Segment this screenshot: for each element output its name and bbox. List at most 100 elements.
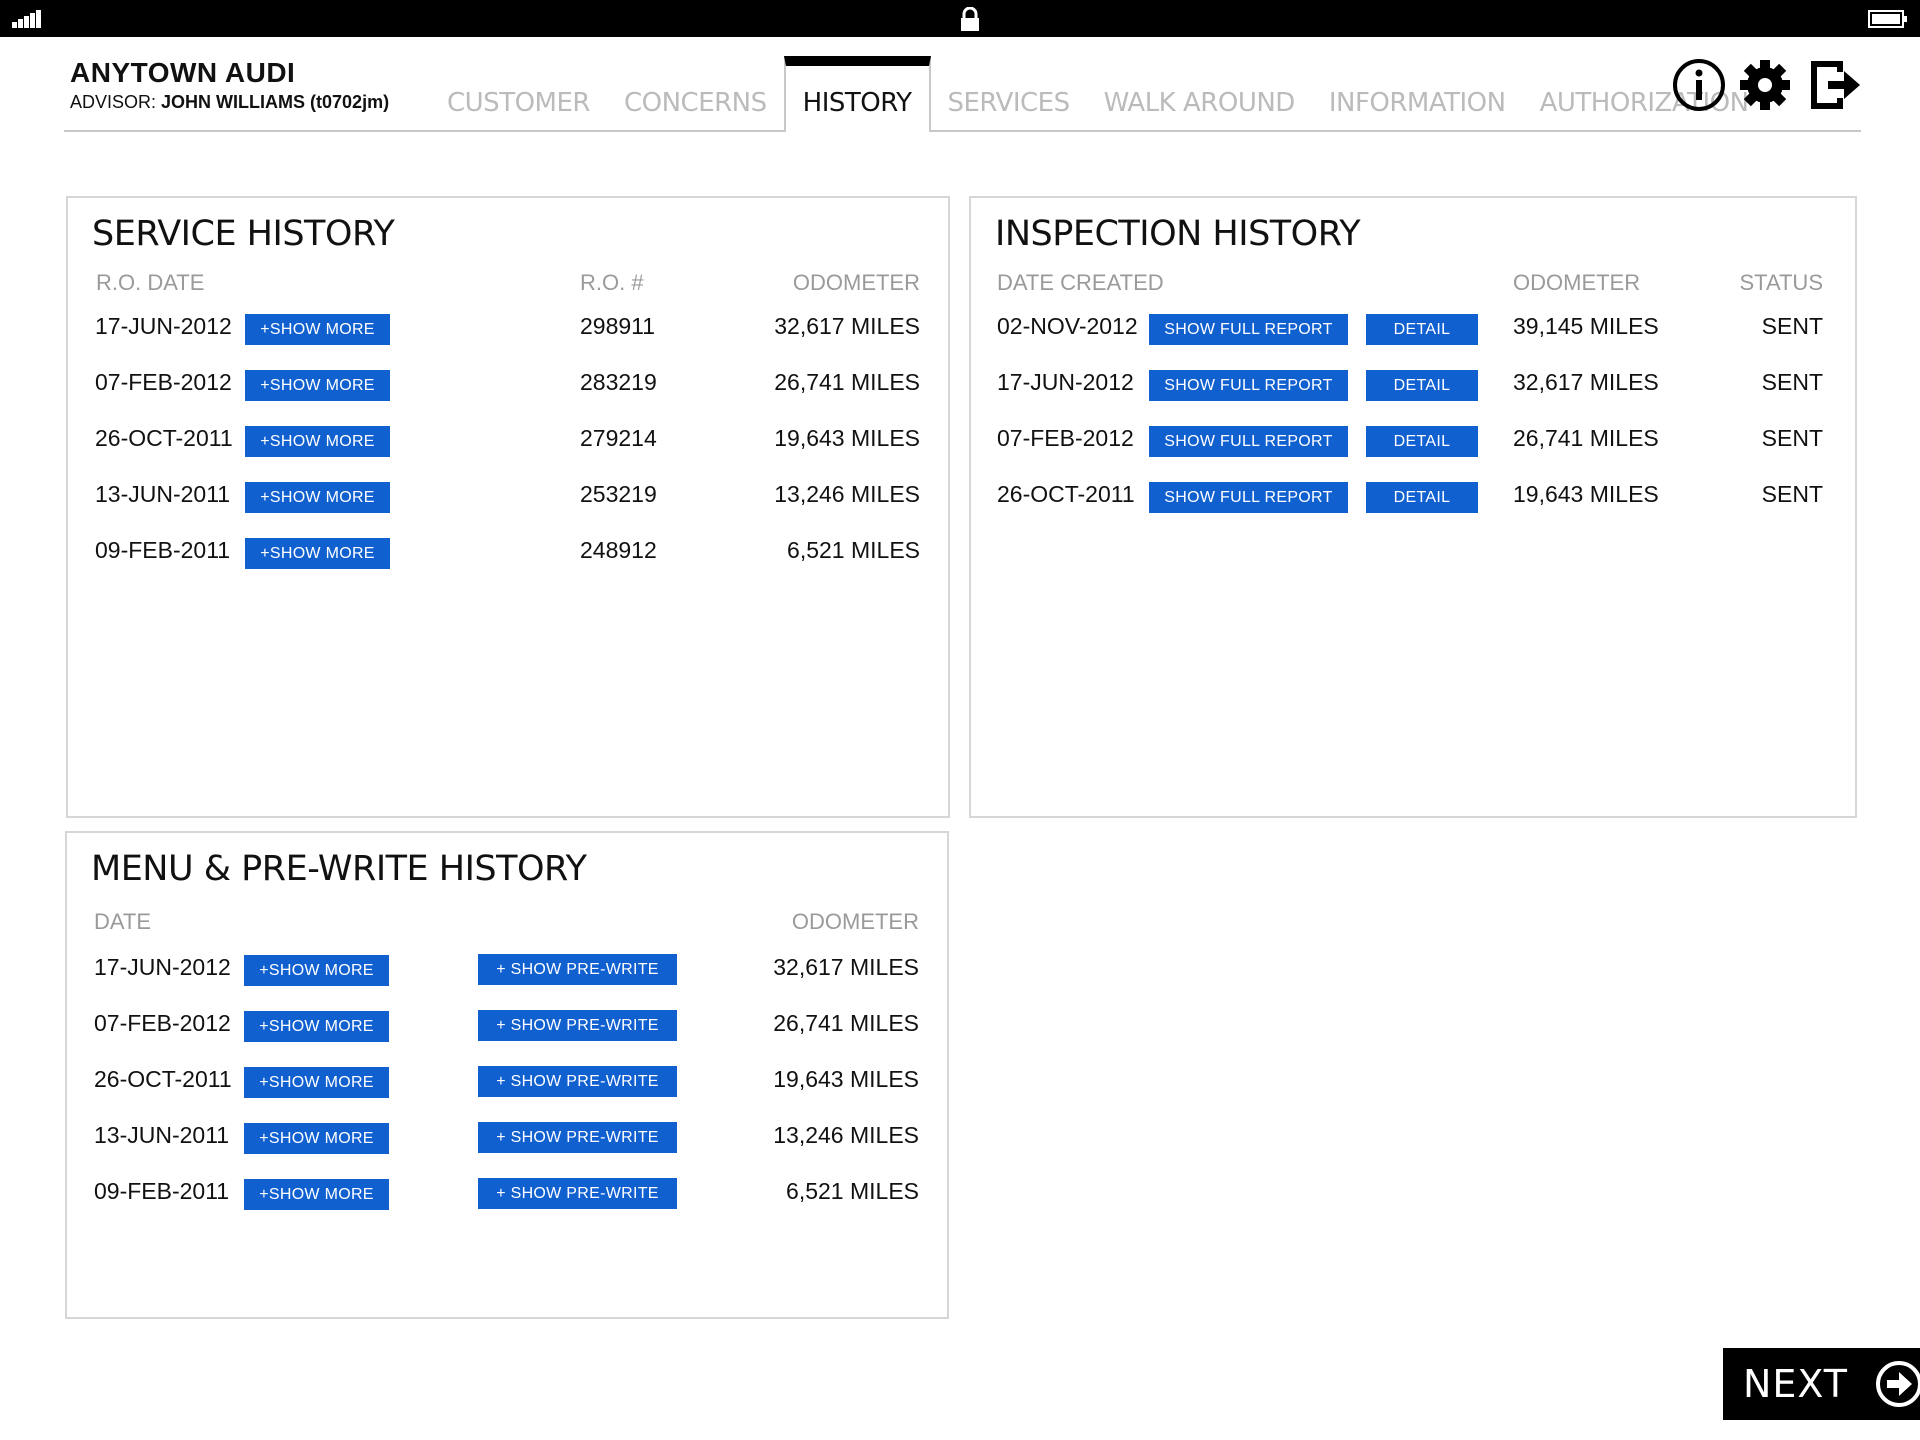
table-row: 26-OCT-2011 +SHOW MORE + SHOW PRE-WRITE 19,… bbox=[67, 1066, 947, 1106]
tab-authorization[interactable]: AUTHORIZATION bbox=[1523, 58, 1766, 132]
menu-date: 13-JUN-2011 bbox=[94, 1122, 230, 1148]
show-more-button[interactable]: +SHOW MORE bbox=[244, 955, 389, 986]
show-full-report-button[interactable]: SHOW FULL REPORT bbox=[1149, 314, 1348, 345]
table-row: 17-JUN-2012 +SHOW MORE 298911 32,617 MILES bbox=[68, 313, 948, 353]
battery-icon bbox=[1868, 10, 1907, 28]
advisor-label: ADVISOR: bbox=[70, 92, 157, 112]
ro-date: 26-OCT-2011 bbox=[95, 425, 233, 451]
show-pre-write-button[interactable]: + SHOW PRE-WRITE bbox=[478, 1010, 677, 1041]
odometer-value: 19,643 MILES bbox=[773, 1066, 919, 1092]
table-row: 13-JUN-2011 +SHOW MORE 253219 13,246 MILES bbox=[68, 481, 948, 521]
tab-customer[interactable]: CUSTOMER bbox=[430, 58, 607, 132]
show-more-button[interactable]: +SHOW MORE bbox=[245, 482, 390, 513]
ro-number: 248912 bbox=[580, 537, 657, 563]
status-bar bbox=[0, 0, 1920, 37]
menu-date: 17-JUN-2012 bbox=[94, 954, 231, 980]
tab-concerns[interactable]: CONCERNS bbox=[607, 58, 784, 132]
main-tabs: CUSTOMER CONCERNS HISTORY SERVICES WALK AROU… bbox=[430, 56, 1766, 132]
show-more-button[interactable]: +SHOW MORE bbox=[244, 1011, 389, 1042]
detail-button[interactable]: DETAIL bbox=[1366, 314, 1478, 345]
advisor-info: ADVISOR: JOHN WILLIAMS (t0702jm) bbox=[70, 92, 389, 113]
menu-prewrite-history-title: MENU & PRE-WRITE HISTORY bbox=[91, 849, 587, 889]
menu-date: 26-OCT-2011 bbox=[94, 1066, 232, 1092]
odometer-value: 26,741 MILES bbox=[1513, 425, 1659, 451]
odometer-value: 19,643 MILES bbox=[1513, 481, 1659, 507]
dealer-name: ANYTOWN AUDI bbox=[70, 57, 296, 88]
tab-services[interactable]: SERVICES bbox=[931, 58, 1087, 132]
show-full-report-button[interactable]: SHOW FULL REPORT bbox=[1149, 482, 1348, 513]
table-row: 07-FEB-2012 SHOW FULL REPORT DETAIL 26,741 … bbox=[971, 425, 1855, 465]
menu-date: 09-FEB-2011 bbox=[94, 1178, 230, 1204]
ro-date: 13-JUN-2011 bbox=[95, 481, 231, 507]
detail-button[interactable]: DETAIL bbox=[1366, 482, 1478, 513]
odometer-value: 26,741 MILES bbox=[773, 1010, 919, 1036]
show-pre-write-button[interactable]: + SHOW PRE-WRITE bbox=[478, 1066, 677, 1097]
table-row: 17-JUN-2012 +SHOW MORE + SHOW PRE-WRITE 32,… bbox=[67, 954, 947, 994]
odometer-value: 39,145 MILES bbox=[1513, 313, 1659, 339]
inspection-history-panel: INSPECTION HISTORY DATE CREATED ODOMETER… bbox=[969, 196, 1857, 818]
menu-prewrite-history-panel: MENU & PRE-WRITE HISTORY DATE ODOMETER 1… bbox=[65, 831, 949, 1319]
arrow-right-circle-icon bbox=[1876, 1361, 1920, 1407]
tab-history[interactable]: HISTORY bbox=[783, 56, 931, 132]
show-more-button[interactable]: +SHOW MORE bbox=[244, 1067, 389, 1098]
menu-date: 07-FEB-2012 bbox=[94, 1010, 231, 1036]
gear-icon[interactable] bbox=[1738, 58, 1792, 112]
show-pre-write-button[interactable]: + SHOW PRE-WRITE bbox=[478, 1122, 677, 1153]
odometer-value: 32,617 MILES bbox=[1513, 369, 1659, 395]
table-row: 17-JUN-2012 SHOW FULL REPORT DETAIL 32,617 … bbox=[971, 369, 1855, 409]
tab-walk-around[interactable]: WALK AROUND bbox=[1087, 58, 1312, 132]
next-button[interactable]: NEXT bbox=[1723, 1348, 1920, 1420]
column-header-ro-number: R.O. # bbox=[580, 270, 644, 295]
date-created: 02-NOV-2012 bbox=[997, 313, 1138, 339]
show-more-button[interactable]: +SHOW MORE bbox=[245, 426, 390, 457]
column-header-date-created: DATE CREATED bbox=[997, 270, 1164, 295]
status-value: SENT bbox=[1761, 313, 1823, 339]
table-row: 13-JUN-2011 +SHOW MORE + SHOW PRE-WRITE 13,… bbox=[67, 1122, 947, 1162]
odometer-value: 13,246 MILES bbox=[773, 1122, 919, 1148]
next-label: NEXT bbox=[1743, 1362, 1849, 1406]
table-row: 07-FEB-2012 +SHOW MORE + SHOW PRE-WRITE 26,… bbox=[67, 1010, 947, 1050]
show-pre-write-button[interactable]: + SHOW PRE-WRITE bbox=[478, 954, 677, 985]
odometer-value: 13,246 MILES bbox=[774, 481, 920, 507]
status-value: SENT bbox=[1761, 481, 1823, 507]
show-full-report-button[interactable]: SHOW FULL REPORT bbox=[1149, 426, 1348, 457]
show-more-button[interactable]: +SHOW MORE bbox=[245, 370, 390, 401]
show-pre-write-button[interactable]: + SHOW PRE-WRITE bbox=[478, 1178, 677, 1209]
ro-date: 07-FEB-2012 bbox=[95, 369, 232, 395]
ro-date: 17-JUN-2012 bbox=[95, 313, 232, 339]
table-row: 07-FEB-2012 +SHOW MORE 283219 26,741 MILES bbox=[68, 369, 948, 409]
info-icon[interactable] bbox=[1672, 58, 1726, 112]
status-value: SENT bbox=[1761, 369, 1823, 395]
ro-number: 279214 bbox=[580, 425, 657, 451]
status-value: SENT bbox=[1761, 425, 1823, 451]
tab-information[interactable]: INFORMATION bbox=[1312, 58, 1523, 132]
column-header-status: STATUS bbox=[1739, 270, 1823, 295]
odometer-value: 6,521 MILES bbox=[786, 1178, 919, 1204]
odometer-value: 32,617 MILES bbox=[773, 954, 919, 980]
column-header-odometer: ODOMETER bbox=[791, 909, 919, 934]
show-more-button[interactable]: +SHOW MORE bbox=[245, 538, 390, 569]
service-history-title: SERVICE HISTORY bbox=[92, 214, 395, 254]
show-more-button[interactable]: +SHOW MORE bbox=[244, 1179, 389, 1210]
advisor-name: JOHN WILLIAMS (t0702jm) bbox=[161, 92, 390, 112]
detail-button[interactable]: DETAIL bbox=[1366, 370, 1478, 401]
table-row: 26-OCT-2011 SHOW FULL REPORT DETAIL 19,643 … bbox=[971, 481, 1855, 521]
ro-date: 09-FEB-2011 bbox=[95, 537, 231, 563]
lock-icon bbox=[961, 7, 979, 31]
detail-button[interactable]: DETAIL bbox=[1366, 426, 1478, 457]
table-row: 26-OCT-2011 +SHOW MORE 279214 19,643 MILES bbox=[68, 425, 948, 465]
show-full-report-button[interactable]: SHOW FULL REPORT bbox=[1149, 370, 1348, 401]
show-more-button[interactable]: +SHOW MORE bbox=[245, 314, 390, 345]
service-history-panel: SERVICE HISTORY R.O. DATE R.O. # ODOMETE… bbox=[66, 196, 950, 818]
ro-number: 253219 bbox=[580, 481, 657, 507]
inspection-history-title: INSPECTION HISTORY bbox=[995, 214, 1361, 254]
column-header-date: DATE bbox=[94, 909, 152, 934]
date-created: 17-JUN-2012 bbox=[997, 369, 1134, 395]
date-created: 07-FEB-2012 bbox=[997, 425, 1134, 451]
odometer-value: 26,741 MILES bbox=[774, 369, 920, 395]
table-row: 09-FEB-2011 +SHOW MORE 248912 6,521 MILES bbox=[68, 537, 948, 577]
column-header-ro-date: R.O. DATE bbox=[96, 270, 205, 295]
show-more-button[interactable]: +SHOW MORE bbox=[244, 1123, 389, 1154]
table-row: 09-FEB-2011 +SHOW MORE + SHOW PRE-WRITE 6,5… bbox=[67, 1178, 947, 1218]
logout-icon[interactable] bbox=[1808, 58, 1862, 112]
